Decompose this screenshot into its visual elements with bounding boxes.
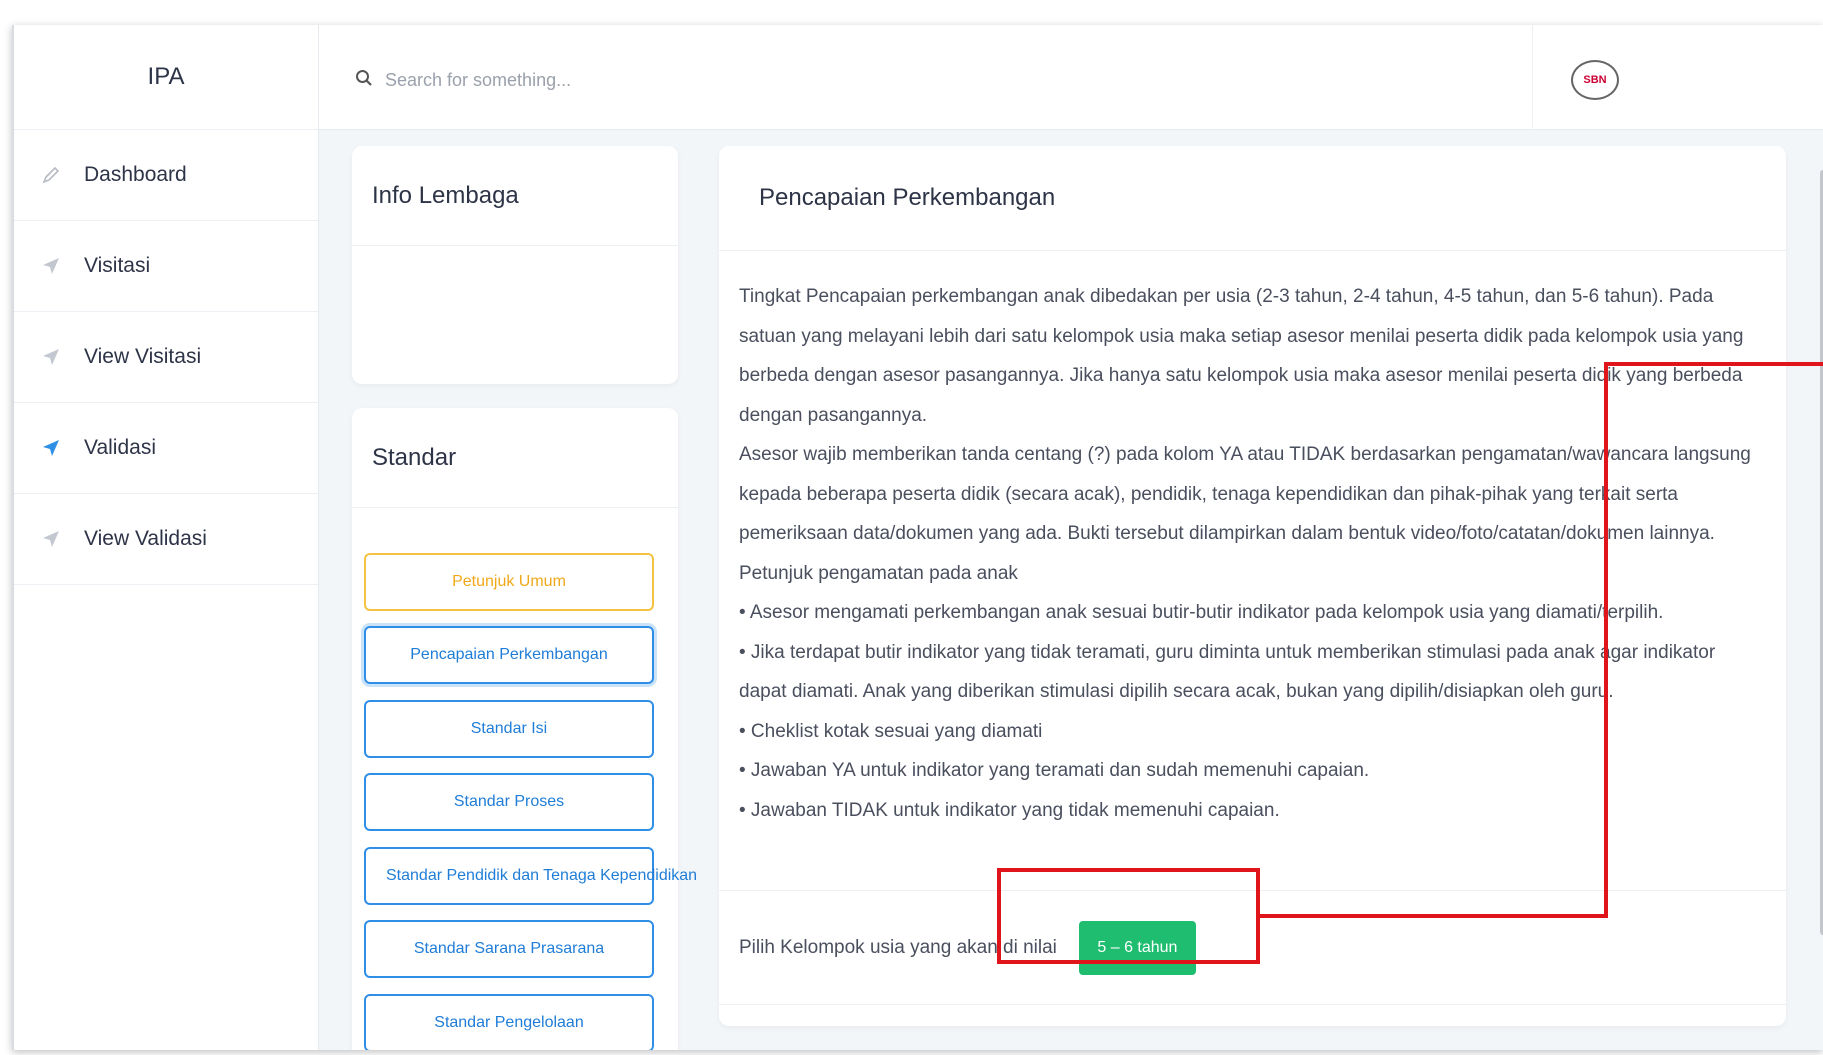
send-icon (40, 255, 62, 277)
search-input[interactable] (385, 70, 785, 91)
standar-sarana-prasarana-button[interactable]: Standar Sarana Prasarana (364, 920, 654, 978)
standar-proses-button[interactable]: Standar Proses (364, 773, 654, 831)
sidebar-item-dashboard[interactable]: Dashboard (14, 130, 318, 221)
sidebar: IPA Dashboard Visitasi View Visitasi Val… (14, 25, 319, 1050)
sidebar-item-label: View Validasi (84, 527, 207, 550)
send-icon (40, 528, 62, 550)
pencapaian-perkembangan-button[interactable]: Pencapaian Perkembangan (364, 626, 654, 684)
petunjuk-umum-button[interactable]: Petunjuk Umum (364, 553, 654, 611)
sidebar-item-label: Dashboard (84, 163, 187, 186)
avatar-logo-text: SBN (1583, 74, 1607, 86)
standar-title: Standar (352, 408, 678, 508)
annotation-highlight-box (997, 868, 1260, 964)
topbar-divider (1532, 25, 1533, 130)
sidebar-item-view-validasi[interactable]: View Validasi (14, 494, 318, 585)
standar-isi-button[interactable]: Standar Isi (364, 700, 654, 758)
standar-card: Standar Petunjuk Umum Pencapaian Perkemb… (352, 408, 697, 1050)
instructions-text: Tingkat Pencapaian perkembangan anak dib… (719, 251, 1786, 830)
pencapaian-title: Pencapaian Perkembangan (719, 146, 1786, 251)
sidebar-item-view-visitasi[interactable]: View Visitasi (14, 312, 318, 403)
topbar: SBN (319, 25, 1823, 130)
info-lembaga-title: Info Lembaga (352, 146, 678, 246)
annotation-connector-horizontal (1258, 914, 1608, 918)
sidebar-item-visitasi[interactable]: Visitasi (14, 221, 318, 312)
sidebar-item-validasi[interactable]: Validasi (14, 403, 318, 494)
pencil-icon (40, 164, 62, 186)
sidebar-item-label: Validasi (84, 436, 156, 459)
search-bar (355, 69, 785, 92)
standar-pendidik-button[interactable]: Standar Pendidik dan Tenaga Kependidikan (364, 847, 697, 905)
annotation-connector-vertical (1604, 362, 1608, 918)
send-icon (40, 437, 62, 459)
avatar[interactable]: SBN (1571, 60, 1619, 100)
sidebar-item-label: Visitasi (84, 254, 151, 277)
app-window: IPA Dashboard Visitasi View Visitasi Val… (12, 25, 1823, 1050)
brand-logo-text[interactable]: IPA (14, 25, 318, 130)
send-icon (40, 346, 62, 368)
standar-pengelolaan-button[interactable]: Standar Pengelolaan (364, 994, 654, 1050)
sidebar-item-label: View Visitasi (84, 345, 202, 368)
info-lembaga-card: Info Lembaga (352, 146, 678, 384)
search-icon (355, 69, 373, 92)
annotation-connector-top (1604, 362, 1823, 366)
